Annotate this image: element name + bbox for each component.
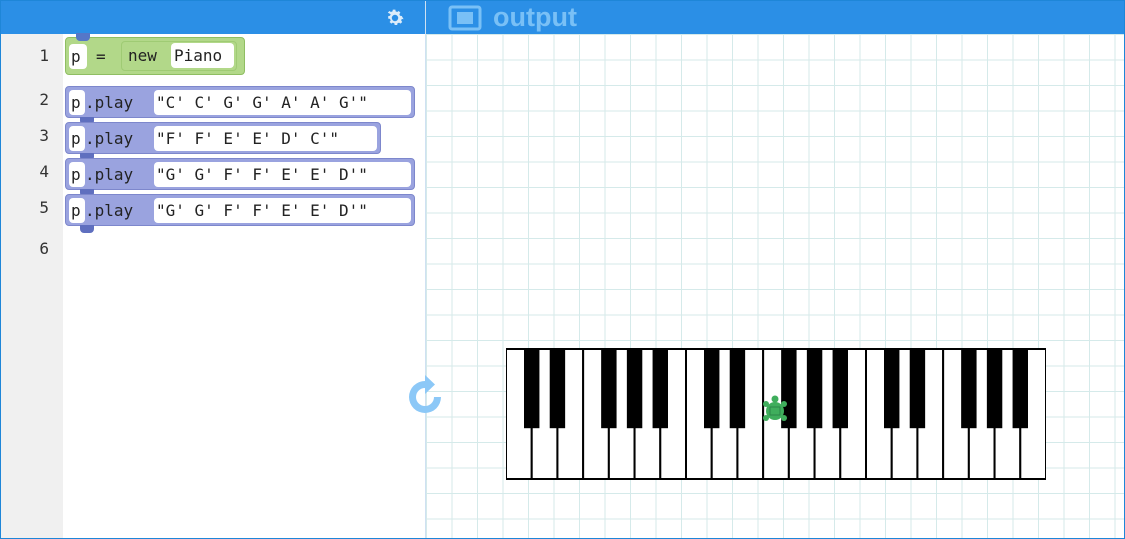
screen-icon <box>448 5 482 31</box>
play-block[interactable]: p .play "G' G' F' F' E' E' D'" <box>65 194 415 233</box>
code-toolbar <box>1 1 425 34</box>
line-number: 5 <box>39 198 49 217</box>
gear-icon[interactable] <box>384 7 406 29</box>
line-number: 6 <box>39 239 49 258</box>
variable-slot[interactable]: p <box>69 44 87 69</box>
code-pane: 1 2 3 4 5 6 p = new Piano p .play "C' C'… <box>1 1 425 538</box>
black-key <box>909 349 926 429</box>
new-expression-block[interactable]: new Piano <box>121 41 237 71</box>
line-number: 3 <box>39 126 49 145</box>
assignment-block[interactable]: p = new Piano <box>65 33 245 75</box>
class-name-slot[interactable]: Piano <box>171 43 234 68</box>
black-key <box>626 349 643 429</box>
line-number: 2 <box>39 90 49 109</box>
line-number-gutter: 1 2 3 4 5 6 <box>1 34 63 538</box>
black-key <box>986 349 1003 429</box>
play-block[interactable]: p .play "C' C' G' G' A' A' G'" <box>65 86 415 125</box>
variable-slot[interactable]: p <box>69 90 85 115</box>
line-number: 1 <box>39 46 49 65</box>
black-key <box>832 349 848 429</box>
app-window: 1 2 3 4 5 6 p = new Piano p .play "C' C'… <box>0 0 1125 539</box>
rerun-icon[interactable] <box>402 374 448 420</box>
method-name: .play <box>85 129 134 148</box>
notes-string-slot[interactable]: "G' G' F' F' E' E' D'" <box>154 162 411 187</box>
black-key <box>704 349 720 429</box>
method-name: .play <box>85 93 134 112</box>
black-key <box>1012 349 1028 429</box>
black-key <box>806 349 823 429</box>
play-block[interactable]: p .play "F' F' E' E' D' C'" <box>65 122 381 161</box>
black-key <box>652 349 668 429</box>
play-block[interactable]: p .play "G' G' F' F' E' E' D'" <box>65 158 415 197</box>
block-connector <box>76 33 90 41</box>
notes-string-slot[interactable]: "F' F' E' E' D' C'" <box>154 126 377 151</box>
block-connector <box>80 225 94 233</box>
block-editor[interactable]: p = new Piano p .play "C' C' G' G' A' A'… <box>63 33 425 538</box>
black-key <box>601 349 617 429</box>
piano-keyboard <box>506 348 1046 480</box>
output-toolbar: output <box>426 1 1124 34</box>
black-key <box>549 349 566 429</box>
method-name: .play <box>85 201 134 220</box>
notes-string-slot[interactable]: "G' G' F' F' E' E' D'" <box>154 198 411 223</box>
line-number: 4 <box>39 162 49 181</box>
output-title: output <box>493 2 577 32</box>
variable-slot[interactable]: p <box>69 198 85 223</box>
method-name: .play <box>85 165 134 184</box>
black-key <box>524 349 540 429</box>
notes-string-slot[interactable]: "C' C' G' G' A' A' G'" <box>154 90 411 115</box>
variable-slot[interactable]: p <box>69 126 85 151</box>
black-key <box>729 349 746 429</box>
new-keyword: new <box>128 46 157 65</box>
variable-slot[interactable]: p <box>69 162 85 187</box>
black-key <box>884 349 900 429</box>
black-key <box>961 349 977 429</box>
assign-operator: = <box>96 47 106 66</box>
